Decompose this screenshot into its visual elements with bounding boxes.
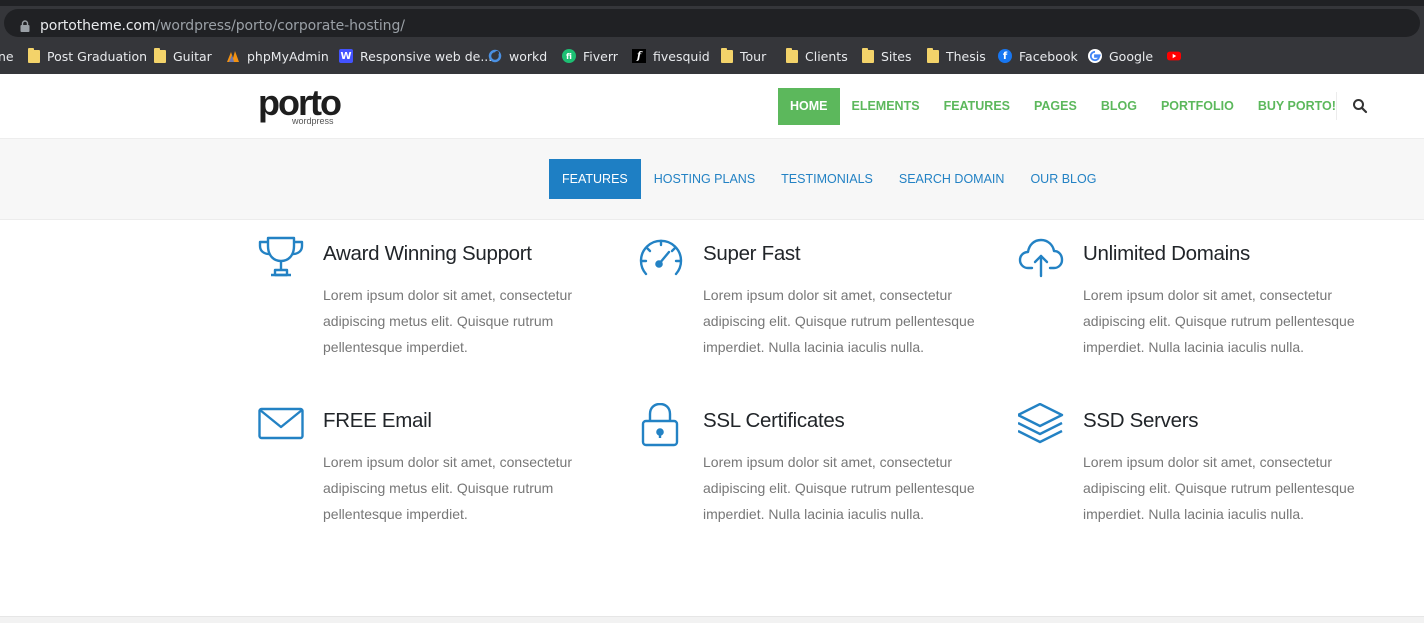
browser-address-bar: portotheme.com/wordpress/porto/corporate… <box>0 6 1424 38</box>
envelope-icon <box>258 407 304 440</box>
padlock-icon <box>641 403 679 447</box>
feature-description: Lorem ipsum dolor sit amet, consectetur … <box>703 454 975 522</box>
search-icon[interactable] <box>1352 98 1368 114</box>
bookmark-workd[interactable]: workd <box>488 38 547 74</box>
bookmark-label: fivesquid <box>653 48 710 64</box>
nav-features[interactable]: FEATURES <box>932 88 1022 125</box>
site-header: porto wordpress HOME ELEMENTS FEATURES P… <box>0 74 1424 139</box>
webflow-icon: W <box>339 49 353 63</box>
folder-icon <box>28 47 40 63</box>
nav-pages[interactable]: PAGES <box>1022 88 1089 125</box>
speedometer-icon <box>639 239 683 276</box>
bookmark-label: Sites <box>881 48 912 64</box>
section-tab-our-blog[interactable]: OUR BLOG <box>1017 159 1109 199</box>
phpmyadmin-icon <box>227 51 239 62</box>
section-tab-features[interactable]: FEATURES <box>549 159 641 199</box>
cloud-upload-icon <box>1018 238 1064 278</box>
url-path: /wordpress/porto/corporate-hosting/ <box>155 18 405 34</box>
feature-title: FREE Email <box>323 409 432 432</box>
section-nav: FEATURES HOSTING PLANS TESTIMONIALS SEAR… <box>0 139 1424 220</box>
feature-title: Super Fast <box>703 242 801 265</box>
section-tab-testimonials[interactable]: TESTIMONIALS <box>768 159 886 199</box>
layers-icon <box>1018 403 1064 444</box>
logo-subtext: wordpress <box>292 116 334 126</box>
bookmark-label: Thesis <box>946 48 986 64</box>
bookmarks-bar: ne Post Graduation Guitar phpMyAdmin W R… <box>0 38 1424 74</box>
bookmark-youtube[interactable] <box>1167 38 1181 74</box>
section-divider <box>0 616 1424 623</box>
folder-icon <box>862 47 874 63</box>
bookmark-google[interactable]: Google <box>1088 38 1153 74</box>
porto-logo[interactable]: porto wordpress <box>258 82 348 128</box>
nav-divider <box>1336 92 1337 120</box>
bookmark-phpmyadmin[interactable]: phpMyAdmin <box>226 38 329 74</box>
bookmark-responsive-web[interactable]: W Responsive web de... <box>339 38 492 74</box>
feature-title: SSD Servers <box>1083 409 1199 432</box>
url-text[interactable]: portotheme.com/wordpress/porto/corporate… <box>40 18 405 34</box>
bookmark-label: Clients <box>805 48 848 64</box>
feature-description: Lorem ipsum dolor sit amet, consectetur … <box>323 454 572 522</box>
url-host: portotheme.com <box>40 18 156 34</box>
nav-portfolio[interactable]: PORTFOLIO <box>1149 88 1246 125</box>
feature-title: Award Winning Support <box>323 242 532 265</box>
bookmark-sites[interactable]: Sites <box>862 38 912 74</box>
folder-icon <box>721 47 733 63</box>
bookmark-label: workd <box>509 48 548 64</box>
bookmark-ne[interactable]: ne <box>0 38 14 74</box>
bookmark-thesis[interactable]: Thesis <box>927 38 986 74</box>
feature-description: Lorem ipsum dolor sit amet, consectetur … <box>1083 287 1355 355</box>
bookmark-label: Facebook <box>1019 48 1078 64</box>
bookmark-label: ne <box>0 48 14 64</box>
bookmark-post-graduation[interactable]: Post Graduation <box>28 38 147 74</box>
youtube-icon <box>1167 51 1181 61</box>
fivesquid-icon: f <box>632 49 646 63</box>
nav-home[interactable]: HOME <box>778 88 840 125</box>
workd-icon <box>488 49 502 63</box>
lock-icon[interactable] <box>19 20 31 32</box>
trophy-icon <box>258 236 304 277</box>
bookmark-clients[interactable]: Clients <box>786 38 848 74</box>
bookmark-tour[interactable]: Tour <box>721 38 766 74</box>
fiverr-icon: fi <box>562 49 576 63</box>
nav-blog[interactable]: BLOG <box>1089 88 1149 125</box>
folder-icon <box>154 47 166 63</box>
bookmark-label: Guitar <box>173 48 212 64</box>
google-icon <box>1088 49 1102 63</box>
feature-description: Lorem ipsum dolor sit amet, consectetur … <box>703 287 975 355</box>
feature-description: Lorem ipsum dolor sit amet, consectetur … <box>323 287 572 355</box>
bookmark-fivesquid[interactable]: f fivesquid <box>632 38 710 74</box>
feature-description: Lorem ipsum dolor sit amet, consectetur … <box>1083 454 1355 522</box>
bookmark-label: Google <box>1109 48 1154 64</box>
bookmark-label: Tour <box>740 48 767 64</box>
section-tab-hosting-plans[interactable]: HOSTING PLANS <box>641 159 768 199</box>
feature-title: Unlimited Domains <box>1083 242 1250 265</box>
logo-wordmark: porto <box>258 82 342 123</box>
bookmark-label: Responsive web de... <box>360 48 493 64</box>
folder-icon <box>786 47 798 63</box>
nav-buy-porto[interactable]: BUY PORTO! <box>1246 88 1348 125</box>
omnibox[interactable]: portotheme.com/wordpress/porto/corporate… <box>4 9 1420 37</box>
bookmark-label: Post Graduation <box>47 48 148 64</box>
bookmark-guitar[interactable]: Guitar <box>154 38 212 74</box>
folder-icon <box>927 47 939 63</box>
bookmark-facebook[interactable]: f Facebook <box>998 38 1078 74</box>
nav-elements[interactable]: ELEMENTS <box>840 88 932 125</box>
main-nav: HOME ELEMENTS FEATURES PAGES BLOG PORTFO… <box>778 88 1348 125</box>
bookmark-label: Fiverr <box>583 48 618 64</box>
bookmark-fiverr[interactable]: fi Fiverr <box>562 38 618 74</box>
feature-title: SSL Certificates <box>703 409 845 432</box>
section-tab-search-domain[interactable]: SEARCH DOMAIN <box>886 159 1018 199</box>
bookmark-label: phpMyAdmin <box>247 48 329 64</box>
facebook-icon: f <box>998 49 1012 63</box>
